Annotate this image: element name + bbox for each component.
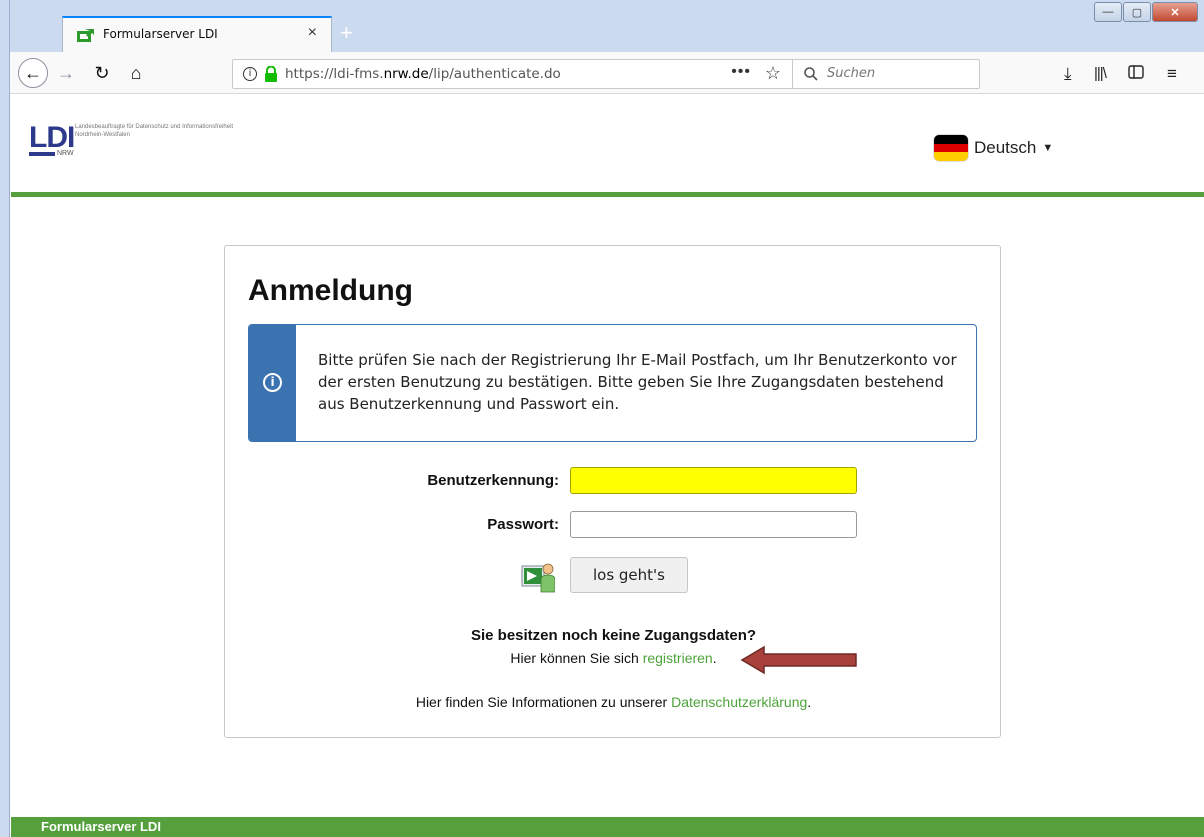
site-header: LDI NRW Landesbeauftragte für Datenschut… bbox=[11, 95, 1204, 197]
password-row: Passwort: bbox=[225, 511, 1002, 539]
logo-subtitle: Landesbeauftragte für Datenschutz und In… bbox=[75, 124, 234, 138]
language-selector[interactable]: Deutsch ▼ bbox=[934, 135, 1053, 161]
browser-window: Formularserver LDI × + — ▢ ✕ ← → ↻ ⌂ i h… bbox=[0, 0, 1204, 837]
browser-tab[interactable]: Formularserver LDI × bbox=[62, 16, 332, 52]
logo-nrw: NRW bbox=[57, 150, 74, 157]
site-info-icon[interactable]: i bbox=[243, 67, 257, 81]
page-actions-icon[interactable]: ••• bbox=[731, 63, 751, 81]
close-window-icon[interactable]: ✕ bbox=[1152, 2, 1198, 22]
search-placeholder: Suchen bbox=[827, 66, 876, 81]
password-input[interactable] bbox=[570, 511, 857, 538]
privacy-link[interactable]: Datenschutzerklärung bbox=[671, 694, 807, 710]
username-row: Benutzerkennung: bbox=[225, 467, 1002, 495]
tab-close-icon[interactable]: × bbox=[308, 24, 317, 42]
password-label: Passwort: bbox=[487, 516, 559, 533]
annotation-arrow-icon bbox=[740, 645, 857, 675]
download-icon[interactable]: ⤓ bbox=[1064, 64, 1072, 84]
info-text: Bitte prüfen Sie nach der Registrierung … bbox=[318, 351, 957, 413]
logo-bar bbox=[29, 152, 55, 156]
register-suffix: . bbox=[712, 650, 717, 666]
window-controls: — ▢ ✕ bbox=[1093, 2, 1198, 22]
tab-title: Formularserver LDI bbox=[103, 27, 218, 41]
site-footer: Formularserver LDI bbox=[11, 817, 1204, 837]
window-border bbox=[0, 0, 10, 837]
privacy-line: Hier finden Sie Informationen zu unserer… bbox=[225, 694, 1002, 710]
url-bar[interactable]: i https://ldi-fms.nrw.de/lip/authenticat… bbox=[232, 59, 794, 89]
site-logo[interactable]: LDI NRW Landesbeauftragte für Datenschut… bbox=[29, 121, 249, 161]
lock-icon bbox=[265, 66, 277, 82]
reload-icon[interactable]: ↻ bbox=[90, 59, 114, 87]
register-line: Hier können Sie sich registrieren. bbox=[225, 650, 1002, 666]
sidebar-icon[interactable] bbox=[1128, 64, 1144, 84]
username-input[interactable] bbox=[570, 467, 857, 494]
maximize-icon[interactable]: ▢ bbox=[1123, 2, 1151, 22]
privacy-suffix: . bbox=[807, 694, 812, 710]
menu-icon[interactable]: ≡ bbox=[1167, 64, 1177, 84]
bookmark-star-icon[interactable]: ☆ bbox=[765, 63, 781, 84]
search-icon bbox=[804, 67, 818, 81]
minimize-icon[interactable]: — bbox=[1094, 2, 1122, 22]
no-access-heading: Sie besitzen noch keine Zugangsdaten? bbox=[470, 627, 757, 644]
page-title: Anmeldung bbox=[248, 274, 413, 307]
navigation-bar: ← → ↻ ⌂ i https://ldi-fms.nrw.de/lip/aut… bbox=[10, 52, 1204, 94]
login-user-icon bbox=[521, 563, 555, 593]
username-label: Benutzerkennung: bbox=[427, 472, 559, 489]
title-bar: Formularserver LDI × + — ▢ ✕ bbox=[10, 0, 1204, 52]
back-arrow-icon[interactable]: ← bbox=[18, 58, 48, 88]
register-prefix: Hier können Sie sich bbox=[510, 650, 643, 666]
info-icon: i bbox=[263, 373, 282, 392]
login-button[interactable]: los geht's bbox=[570, 557, 688, 593]
new-tab-icon[interactable]: + bbox=[340, 20, 353, 46]
privacy-prefix: Hier finden Sie Informationen zu unserer bbox=[415, 694, 672, 710]
forward-arrow-icon[interactable]: → bbox=[54, 59, 78, 87]
footer-text: Formularserver LDI bbox=[41, 819, 161, 834]
search-bar[interactable]: Suchen bbox=[792, 59, 980, 89]
german-flag-icon bbox=[934, 135, 968, 161]
info-message: i Bitte prüfen Sie nach der Registrierun… bbox=[248, 324, 977, 442]
url-text[interactable]: https://ldi-fms.nrw.de/lip/authenticate.… bbox=[285, 66, 561, 82]
register-link[interactable]: registrieren bbox=[643, 650, 713, 666]
library-icon[interactable]: |||\ bbox=[1094, 65, 1107, 82]
favicon-icon bbox=[77, 29, 94, 42]
home-icon[interactable]: ⌂ bbox=[124, 59, 148, 87]
page-content: LDI NRW Landesbeauftragte für Datenschut… bbox=[11, 95, 1204, 837]
language-label: Deutsch bbox=[974, 138, 1037, 157]
login-panel: Anmeldung i Bitte prüfen Sie nach der Re… bbox=[224, 245, 1001, 738]
info-sidebar: i bbox=[249, 325, 296, 441]
chevron-down-icon: ▼ bbox=[1042, 142, 1054, 154]
